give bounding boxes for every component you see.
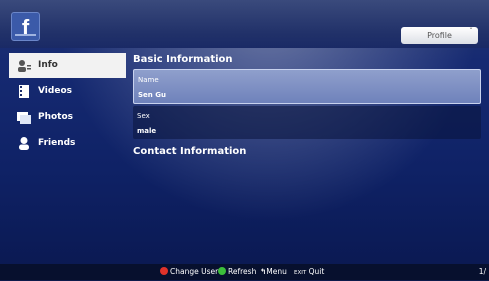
sidebar-item-videos[interactable]: Videos — [9, 79, 126, 104]
hint-label: Menu — [266, 267, 287, 276]
field-value: male — [137, 127, 157, 135]
exit-icon: EXIT — [294, 270, 307, 276]
profile-label: Profile — [427, 31, 452, 40]
button-hint-bar: Change User Refresh ↰Menu EXIT Quit 1/ — [0, 264, 489, 280]
top-bar: f Profile ˇ — [0, 0, 489, 48]
hint-menu[interactable]: ↰Menu — [260, 264, 287, 280]
name-field[interactable]: Name Sen Gu — [133, 69, 481, 104]
field-label: Name — [138, 76, 159, 84]
sidebar-item-label: Photos — [38, 112, 74, 122]
caret-icon: ˇ — [469, 27, 473, 36]
page-indicator: 1/ — [478, 267, 486, 276]
profile-button[interactable]: Profile ˇ — [401, 27, 478, 44]
red-key-icon — [160, 267, 168, 275]
photo-icon — [17, 112, 31, 124]
hint-label: Quit — [308, 267, 325, 276]
sidebar-item-friends[interactable]: Friends — [9, 131, 126, 156]
sidebar-item-photos[interactable]: Photos — [9, 105, 126, 130]
green-key-icon — [218, 267, 226, 275]
basic-info-title: Basic Information — [133, 54, 233, 65]
sidebar-item-label: Friends — [38, 138, 76, 148]
contact-info-title: Contact Information — [133, 146, 247, 157]
sex-field[interactable]: Sex male — [133, 106, 481, 139]
sidebar: Info Videos Photos Friends — [9, 53, 126, 157]
hint-refresh[interactable]: Refresh — [218, 264, 256, 280]
facebook-logo: f — [11, 12, 40, 41]
sidebar-item-info[interactable]: Info — [9, 53, 126, 78]
info-panel: Basic Information Name Sen Gu Sex male C… — [133, 52, 481, 159]
sidebar-item-label: Info — [38, 60, 58, 70]
film-icon — [19, 85, 29, 98]
field-value: Sen Gu — [138, 91, 166, 99]
hint-label: Refresh — [228, 267, 257, 276]
person-icon — [19, 137, 29, 150]
field-label: Sex — [137, 112, 150, 120]
tv-screen: f Profile ˇ Info Videos Photos Friends B… — [0, 0, 489, 280]
hint-quit[interactable]: EXIT Quit — [294, 264, 324, 281]
hint-label: Change User — [170, 267, 219, 276]
sidebar-item-label: Videos — [38, 86, 72, 96]
hint-change-user[interactable]: Change User — [160, 264, 218, 280]
info-icon — [18, 60, 31, 72]
